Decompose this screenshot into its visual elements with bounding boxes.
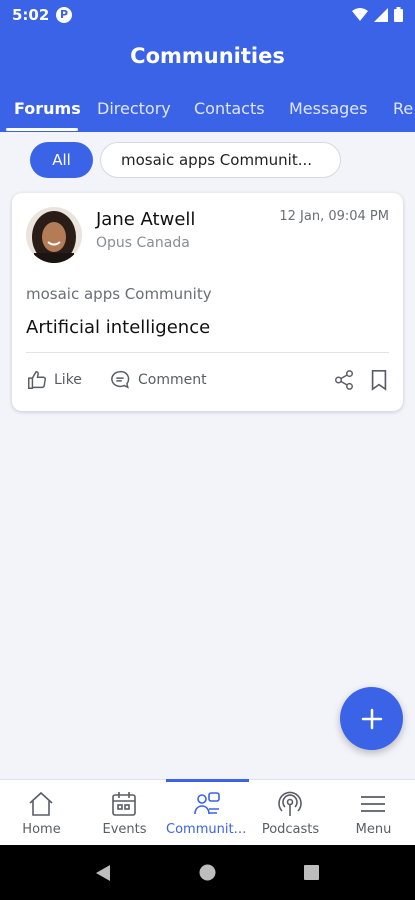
post-author[interactable]: Jane Atwell xyxy=(96,209,195,230)
tab-directory[interactable]: Directory xyxy=(97,99,171,118)
share-icon xyxy=(335,370,353,390)
thumbs-up-icon xyxy=(28,371,46,389)
system-navigation-bar xyxy=(0,845,415,900)
nav-menu-label: Menu xyxy=(355,822,392,837)
post-card[interactable]: Jane Atwell Opus Canada 12 Jan, 09:04 PM… xyxy=(12,193,403,411)
avatar-photo xyxy=(26,207,82,263)
signal-icon xyxy=(374,7,388,22)
nav-menu[interactable]: Menu xyxy=(332,780,415,846)
post-author-org: Opus Canada xyxy=(96,235,190,251)
nav-home[interactable]: Home xyxy=(0,780,83,846)
bookmark-icon xyxy=(371,370,387,391)
nav-podcasts[interactable]: Podcasts xyxy=(249,780,332,846)
comment-icon xyxy=(111,370,130,389)
tab-messages[interactable]: Messages xyxy=(289,99,367,118)
filter-all-chip[interactable]: All xyxy=(30,142,93,178)
nav-communities-label: Communiti... xyxy=(166,822,249,837)
post-title[interactable]: Artificial intelligence xyxy=(26,317,210,338)
status-bar: 5:02 P xyxy=(0,0,415,32)
share-button[interactable] xyxy=(333,369,355,395)
battery-icon xyxy=(394,7,403,22)
app-header: 5:02 P Communities Forums Directory Cont… xyxy=(0,0,415,132)
notification-app-icon: P xyxy=(56,7,72,23)
tab-contacts[interactable]: Contacts xyxy=(194,99,265,118)
recents-icon[interactable] xyxy=(304,865,319,880)
tab-forums[interactable]: Forums xyxy=(14,99,81,118)
page-title: Communities xyxy=(130,44,285,68)
nav-communities[interactable]: Communiti... xyxy=(166,780,249,846)
add-post-button[interactable] xyxy=(340,687,403,750)
menu-icon xyxy=(361,796,385,812)
tab-truncated[interactable]: Re xyxy=(393,99,413,118)
post-community: mosaic apps Community xyxy=(26,285,212,303)
avatar[interactable] xyxy=(26,207,82,263)
podcast-icon xyxy=(278,791,302,816)
nav-home-label: Home xyxy=(22,822,61,837)
nav-podcasts-label: Podcasts xyxy=(261,822,320,837)
comment-label: Comment xyxy=(138,372,207,388)
active-tab-indicator xyxy=(6,128,78,131)
status-icons xyxy=(352,7,403,22)
post-timestamp: 12 Jan, 09:04 PM xyxy=(279,209,389,224)
communities-icon xyxy=(194,792,220,815)
home-circle-icon[interactable] xyxy=(199,864,216,881)
wifi-icon xyxy=(352,7,368,21)
nav-events[interactable]: Events xyxy=(83,780,166,846)
nav-events-label: Events xyxy=(102,822,147,837)
back-icon[interactable] xyxy=(95,864,111,882)
like-label: Like xyxy=(54,372,82,388)
home-icon xyxy=(29,791,53,816)
filter-community-chip[interactable]: mosaic apps Communit... xyxy=(100,142,341,178)
bottom-navigation: Home Events Communiti... Podcasts Menu xyxy=(0,779,415,845)
bookmark-button[interactable] xyxy=(369,369,389,395)
tab-bar: Forums Directory Contacts Messages Re xyxy=(0,96,415,132)
like-button[interactable]: Like xyxy=(26,369,82,391)
card-divider xyxy=(26,352,389,353)
status-time: 5:02 xyxy=(12,6,50,24)
comment-button[interactable]: Comment xyxy=(108,369,207,391)
calendar-icon xyxy=(112,792,136,816)
plus-icon xyxy=(361,708,382,729)
